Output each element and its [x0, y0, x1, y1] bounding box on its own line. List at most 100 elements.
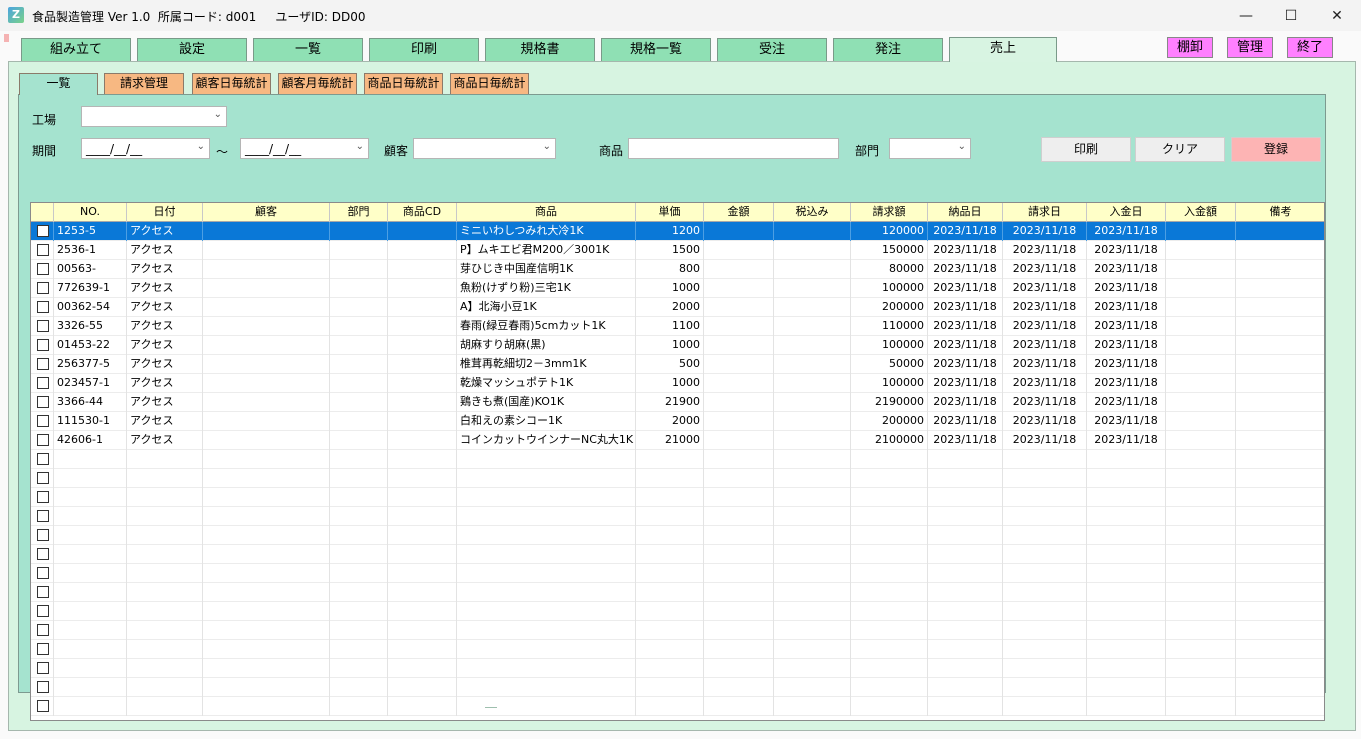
cell-check[interactable] — [31, 469, 54, 488]
row-checkbox[interactable] — [37, 415, 49, 427]
table-row[interactable]: 01453-22 アクセス 胡麻すり胡麻(黒) 1000 100000 2023/11/1… — [31, 336, 1324, 355]
subtab-list[interactable]: 一覧 — [19, 73, 98, 95]
table-row[interactable]: 772639-1 アクセス 魚粉(けずり粉)三宅1K 1000 100000 2023/1… — [31, 279, 1324, 298]
empty-row[interactable] — [31, 621, 1324, 640]
admin-button[interactable]: 管理 — [1227, 37, 1273, 58]
row-checkbox[interactable] — [37, 643, 49, 655]
cell-check[interactable] — [31, 583, 54, 602]
cell-check[interactable] — [31, 564, 54, 583]
column-header-amount[interactable]: 金額 — [704, 203, 774, 222]
cell-check[interactable] — [31, 602, 54, 621]
print-button[interactable]: 印刷 — [1041, 137, 1131, 162]
cell-check[interactable] — [31, 412, 54, 431]
tab-spec-sheet[interactable]: 規格書 — [485, 38, 595, 62]
table-row[interactable]: 3326-55 アクセス 春雨(緑豆春雨)5cmカット1K 1100 110000 202… — [31, 317, 1324, 336]
row-checkbox[interactable] — [37, 263, 49, 275]
exit-button[interactable]: 終了 — [1287, 37, 1333, 58]
cell-check[interactable] — [31, 279, 54, 298]
register-button[interactable]: 登録 — [1231, 137, 1321, 162]
cell-check[interactable] — [31, 507, 54, 526]
empty-row[interactable] — [31, 488, 1324, 507]
column-header-payment-amount[interactable]: 入金額 — [1166, 203, 1236, 222]
subtab-billing[interactable]: 請求管理 — [104, 73, 184, 94]
empty-row[interactable] — [31, 583, 1324, 602]
row-checkbox[interactable] — [37, 244, 49, 256]
cell-check[interactable] — [31, 317, 54, 336]
row-checkbox[interactable] — [37, 548, 49, 560]
empty-row[interactable] — [31, 659, 1324, 678]
close-icon[interactable]: ✕ — [1314, 0, 1360, 31]
column-header-tax-incl[interactable]: 税込み — [774, 203, 851, 222]
column-header-remarks[interactable]: 備考 — [1236, 203, 1324, 222]
cell-check[interactable] — [31, 545, 54, 564]
table-row[interactable]: 111530-1 アクセス 白和えの素シコー1K 2000 200000 2023/11/… — [31, 412, 1324, 431]
row-checkbox[interactable] — [37, 567, 49, 579]
table-row[interactable]: 2536-1 アクセス P】ムキエビ君M200／3001K 1500 150000 202… — [31, 241, 1324, 260]
cell-check[interactable] — [31, 222, 54, 241]
table-row[interactable]: 42606-1 アクセス コインカットウインナーNC丸大1K 21000 2100000… — [31, 431, 1324, 450]
cell-check[interactable] — [31, 298, 54, 317]
empty-row[interactable] — [31, 640, 1324, 659]
factory-select[interactable]: ⌄ — [81, 106, 227, 127]
row-checkbox[interactable] — [37, 358, 49, 370]
row-checkbox[interactable] — [37, 586, 49, 598]
table-row[interactable]: 256377-5 アクセス 椎茸再乾細切2－3mm1K 500 50000 2023/11… — [31, 355, 1324, 374]
tab-orders-placed[interactable]: 発注 — [833, 38, 943, 62]
tab-print[interactable]: 印刷 — [369, 38, 479, 62]
cell-check[interactable] — [31, 450, 54, 469]
cell-check[interactable] — [31, 697, 54, 716]
cell-check[interactable] — [31, 640, 54, 659]
row-checkbox[interactable] — [37, 662, 49, 674]
row-checkbox[interactable] — [37, 624, 49, 636]
row-checkbox[interactable] — [37, 282, 49, 294]
column-header-product-cd[interactable]: 商品CD — [388, 203, 457, 222]
cell-check[interactable] — [31, 260, 54, 279]
empty-row[interactable] — [31, 564, 1324, 583]
cell-check[interactable] — [31, 526, 54, 545]
row-checkbox[interactable] — [37, 301, 49, 313]
tab-assembly[interactable]: 組み立て — [21, 38, 131, 62]
minimize-icon[interactable]: — — [1223, 0, 1269, 31]
empty-row[interactable] — [31, 526, 1324, 545]
column-header-check[interactable] — [31, 203, 54, 222]
row-checkbox[interactable] — [37, 225, 49, 237]
cell-check[interactable] — [31, 374, 54, 393]
cell-check[interactable] — [31, 355, 54, 374]
column-header-billing-date[interactable]: 請求日 — [1003, 203, 1087, 222]
cell-check[interactable] — [31, 393, 54, 412]
row-checkbox[interactable] — [37, 434, 49, 446]
row-checkbox[interactable] — [37, 529, 49, 541]
row-checkbox[interactable] — [37, 605, 49, 617]
row-checkbox[interactable] — [37, 510, 49, 522]
cell-check[interactable] — [31, 431, 54, 450]
row-checkbox[interactable] — [37, 491, 49, 503]
dept-select[interactable]: ⌄ — [889, 138, 971, 159]
cell-check[interactable] — [31, 488, 54, 507]
table-row[interactable]: 023457-1 アクセス 乾燥マッシュポテト1K 1000 100000 2023/11… — [31, 374, 1324, 393]
cell-check[interactable] — [31, 621, 54, 640]
column-header-product[interactable]: 商品 — [457, 203, 636, 222]
customer-select[interactable]: ⌄ — [413, 138, 556, 159]
table-row[interactable]: 00563- アクセス 芽ひじき中国産信明1K 800 80000 2023/11/18 2… — [31, 260, 1324, 279]
subtab-customer-daily[interactable]: 顧客日毎統計 — [192, 73, 271, 94]
tab-sales[interactable]: 売上 — [949, 37, 1057, 62]
empty-row[interactable] — [31, 469, 1324, 488]
date-from-picker[interactable]: ____/__/__ ⌄ — [81, 138, 210, 159]
empty-row[interactable] — [31, 678, 1324, 697]
row-checkbox[interactable] — [37, 453, 49, 465]
empty-row[interactable] — [31, 602, 1324, 621]
row-checkbox[interactable] — [37, 681, 49, 693]
column-header-delivery-date[interactable]: 納品日 — [928, 203, 1003, 222]
empty-row[interactable] — [31, 507, 1324, 526]
table-row[interactable]: 1253-5 アクセス ミニいわしつみれ大冷1K 1200 120000 2023/11/… — [31, 222, 1324, 241]
column-header-date[interactable]: 日付 — [127, 203, 203, 222]
empty-row[interactable] — [31, 545, 1324, 564]
subtab-product-daily-2[interactable]: 商品日毎統計 — [450, 73, 529, 94]
subtab-product-daily[interactable]: 商品日毎統計 — [364, 73, 443, 94]
table-row[interactable]: 00362-54 アクセス A】北海小豆1K 2000 200000 2023/11/18… — [31, 298, 1324, 317]
row-checkbox[interactable] — [37, 700, 49, 712]
cell-check[interactable] — [31, 241, 54, 260]
inventory-button[interactable]: 棚卸 — [1167, 37, 1213, 58]
cell-check[interactable] — [31, 659, 54, 678]
row-checkbox[interactable] — [37, 377, 49, 389]
